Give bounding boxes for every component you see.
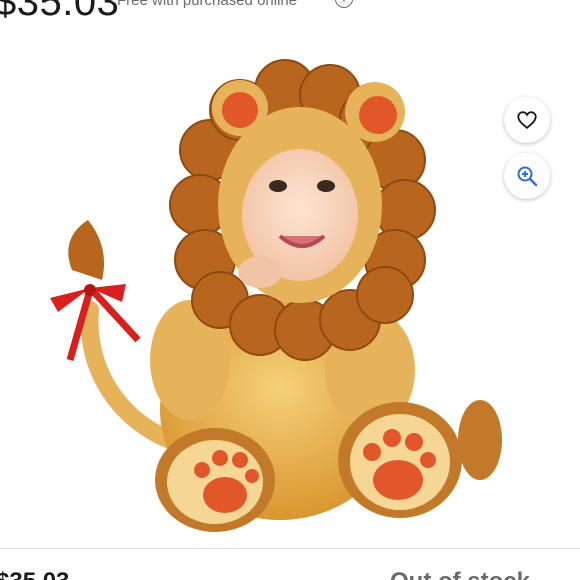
price-header: $35.03 Free with purchased online i	[0, 0, 580, 24]
pickup-note: Free with purchased online	[117, 0, 298, 9]
divider	[0, 548, 580, 549]
zoom-button[interactable]	[504, 153, 550, 199]
stock-status: Out of stock	[390, 568, 530, 580]
favorite-button[interactable]	[504, 97, 550, 143]
bottom-price: $35.03	[0, 568, 69, 580]
baby-lion-costume-image	[50, 59, 502, 532]
current-price: $35.03	[0, 0, 120, 24]
heart-icon	[517, 111, 537, 129]
purchase-bar: $35.03 Out of stock	[0, 556, 580, 580]
info-icon[interactable]: i	[335, 0, 353, 8]
zoom-in-icon	[517, 166, 538, 187]
